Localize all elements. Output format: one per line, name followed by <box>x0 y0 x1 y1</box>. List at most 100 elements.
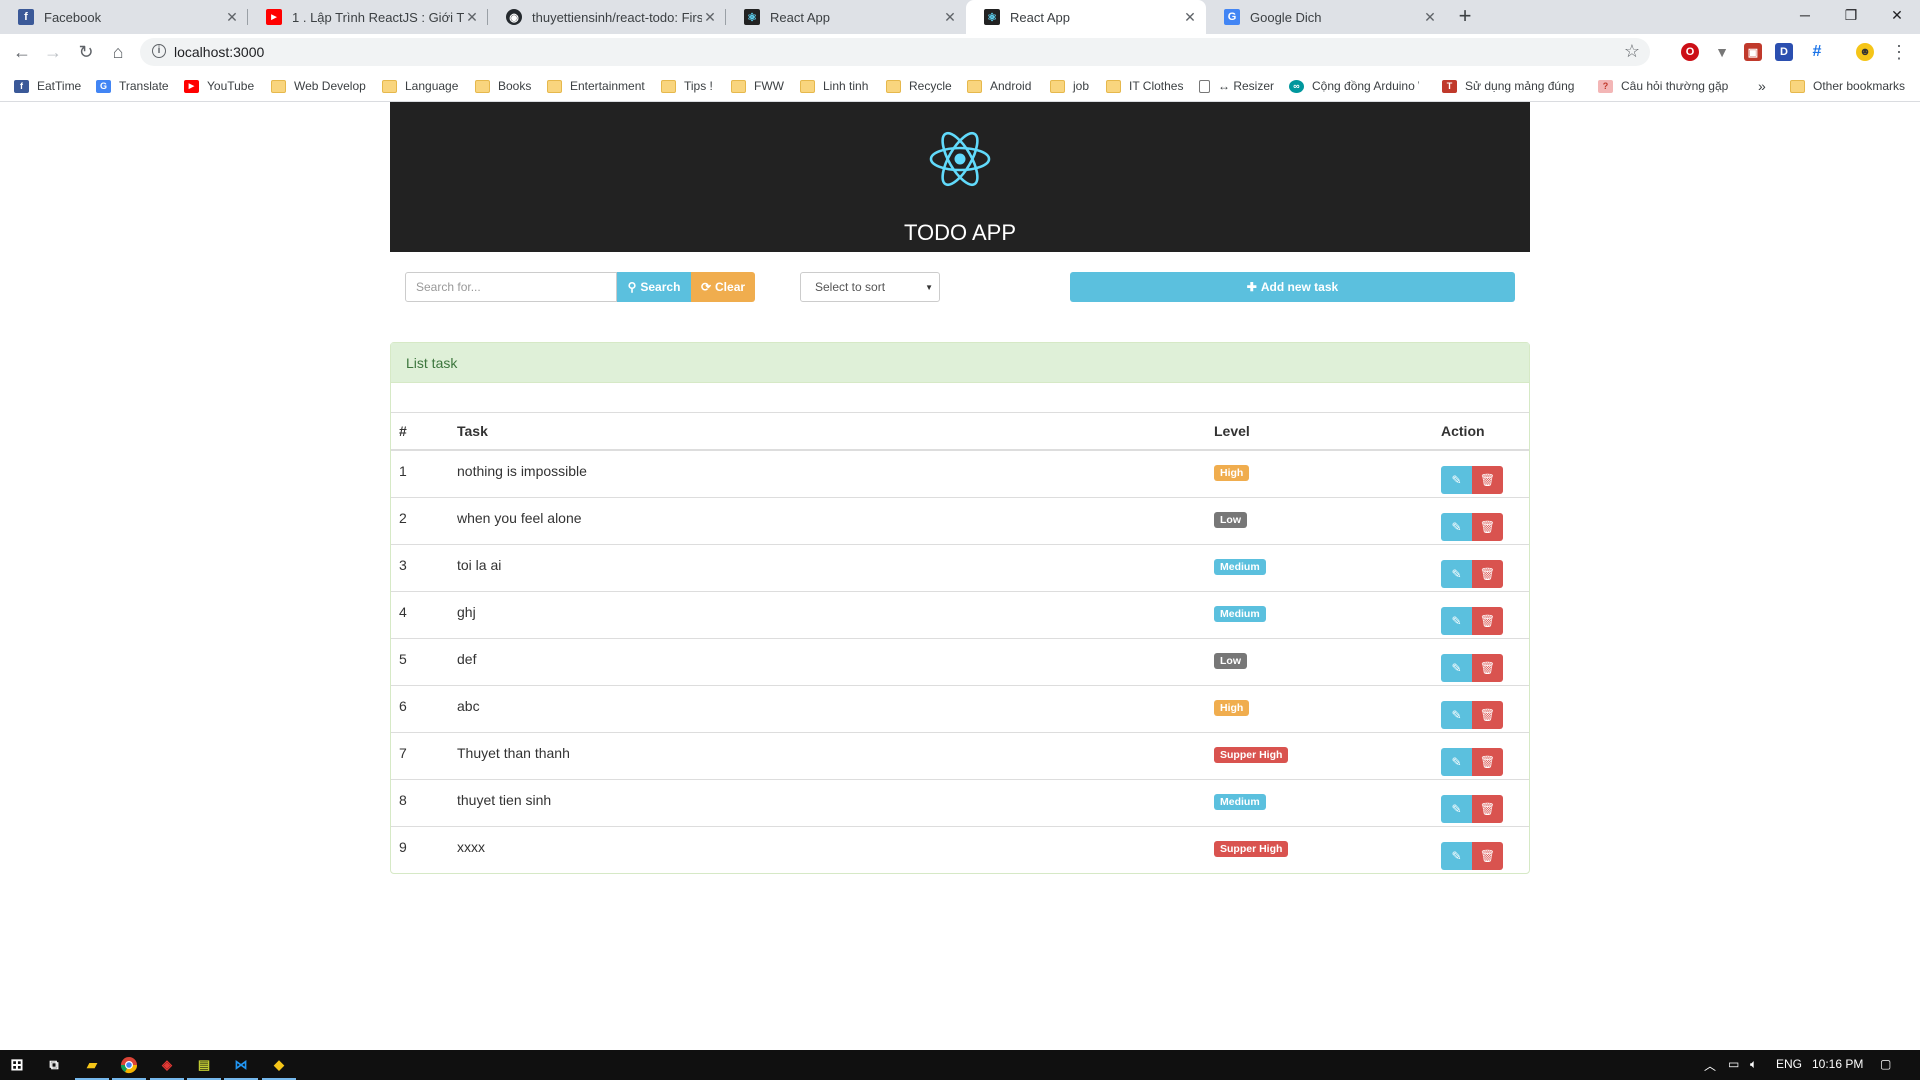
new-tab-button[interactable]: + <box>1453 5 1477 29</box>
edit-button[interactable]: ✎ <box>1441 512 1472 541</box>
row-actions: ✎ 🗑︎ <box>1441 747 1521 776</box>
clear-button[interactable]: ⟳ Clear <box>691 272 755 302</box>
bookmark-android[interactable]: Android <box>967 76 1031 96</box>
bookmark-tips[interactable]: Tips ! <box>661 76 713 96</box>
bookmark-recycle[interactable]: Recycle <box>886 76 952 96</box>
bookmark-arduino[interactable]: ∞ Cộng đồng Arduino \ <box>1289 76 1419 96</box>
bookmark-web-develop[interactable]: Web Develop <box>271 76 366 96</box>
table-row: 5 def Low ✎ 🗑︎ <box>391 638 1529 686</box>
edit-button[interactable]: ✎ <box>1441 794 1472 823</box>
search-input[interactable] <box>405 272 617 302</box>
edit-button[interactable]: ✎ <box>1441 606 1472 635</box>
bookmark-star-icon[interactable]: ☆ <box>1624 41 1640 62</box>
bookmark-mang[interactable]: T Sử dụng mảng đúng <box>1442 76 1574 96</box>
vpn-extension-icon[interactable]: ▼ <box>1713 43 1731 61</box>
chrome-icon[interactable] <box>112 1054 146 1080</box>
close-icon[interactable]: ✕ <box>702 9 718 26</box>
profile-avatar[interactable]: ☻ <box>1856 43 1874 61</box>
edit-button[interactable]: ✎ <box>1441 747 1472 776</box>
google-translate-icon: G <box>1224 9 1240 25</box>
other-bookmarks[interactable]: Other bookmarks <box>1790 76 1905 96</box>
edit-button[interactable]: ✎ <box>1441 559 1472 588</box>
windows-start-icon[interactable]: ⊞ <box>6 1054 28 1076</box>
close-icon[interactable]: ✕ <box>464 9 480 26</box>
vscode-icon[interactable]: ⋈ <box>224 1054 258 1080</box>
grid-extension-icon[interactable]: # <box>1808 43 1826 61</box>
bookmark-books[interactable]: Books <box>475 76 531 96</box>
opera-extension-icon[interactable]: O <box>1681 43 1699 61</box>
back-icon[interactable]: ← <box>10 40 34 64</box>
sort-select[interactable]: Select to sort ▼ <box>800 272 940 302</box>
delete-button[interactable]: 🗑︎ <box>1472 606 1503 635</box>
bookmark-eattime[interactable]: f EatTime <box>14 76 81 96</box>
notepad-icon[interactable]: ▤ <box>187 1054 221 1080</box>
tab-react-app-1[interactable]: ⚛ React App ✕ <box>726 0 966 34</box>
forward-icon[interactable]: → <box>41 40 65 64</box>
maximize-icon[interactable]: ❐ <box>1828 0 1874 30</box>
bookmark-translate[interactable]: G Translate <box>96 76 169 96</box>
bookmark-it-clothes[interactable]: IT Clothes <box>1106 76 1183 96</box>
bookmark-job[interactable]: job <box>1050 76 1089 96</box>
level-badge: Medium <box>1214 605 1266 622</box>
bookmark-youtube[interactable]: ▶ YouTube <box>184 76 254 96</box>
app-icon[interactable]: ◈ <box>150 1054 184 1080</box>
tab-google-dich[interactable]: G Google Dich ✕ <box>1206 0 1446 34</box>
tab-facebook[interactable]: f Facebook ✕ <box>0 0 248 34</box>
faq-icon: ? <box>1598 79 1613 93</box>
delete-button[interactable]: 🗑︎ <box>1472 700 1503 729</box>
delete-button[interactable]: 🗑︎ <box>1472 512 1503 541</box>
table-row: 8 thuyet tien sinh Medium ✎ 🗑︎ <box>391 779 1529 827</box>
dictionary-extension-icon[interactable]: D <box>1775 43 1793 61</box>
git-icon[interactable]: ◆ <box>262 1054 296 1080</box>
level-badge: High <box>1214 465 1250 481</box>
panel-body <box>391 383 1529 413</box>
tab-github[interactable]: ◉ thuyettiensinh/react-todo: First a ✕ <box>488 0 726 34</box>
task-name: Thuyet than thanh <box>449 732 1206 780</box>
delete-button[interactable]: 🗑︎ <box>1472 466 1503 494</box>
tab-react-app-2[interactable]: ⚛ React App ✕ <box>966 0 1206 34</box>
minimize-icon[interactable]: ─ <box>1782 0 1828 30</box>
table-row: 1 nothing is impossible High ✎ 🗑︎ <box>391 450 1529 498</box>
close-icon[interactable]: ✕ <box>942 9 958 26</box>
task-name: def <box>449 638 1206 686</box>
file-explorer-icon[interactable]: ▰ <box>75 1054 109 1080</box>
edit-button[interactable]: ✎ <box>1441 653 1472 682</box>
close-icon[interactable]: ✕ <box>1182 9 1198 26</box>
address-bar[interactable]: i localhost:3000 ☆ <box>140 38 1650 66</box>
edit-button[interactable]: ✎ <box>1441 841 1472 870</box>
volume-icon[interactable]: 🔈︎ <box>1750 1057 1757 1072</box>
bookmark-entertainment[interactable]: Entertainment <box>547 76 645 96</box>
search-button[interactable]: ⚲ Search <box>617 272 691 302</box>
close-window-icon[interactable]: ✕ <box>1874 0 1920 30</box>
edit-button[interactable]: ✎ <box>1441 466 1472 494</box>
folder-icon <box>382 79 397 93</box>
reload-icon[interactable]: ↻ <box>74 40 98 64</box>
home-icon[interactable]: ⌂ <box>106 40 130 64</box>
tab-youtube[interactable]: ▶ 1 . Lập Trình ReactJS : Giới Thiệu ( ✕ <box>248 0 488 34</box>
delete-button[interactable]: 🗑︎ <box>1472 559 1503 588</box>
info-icon[interactable]: i <box>152 44 166 58</box>
delete-button[interactable]: 🗑︎ <box>1472 794 1503 823</box>
bookmark-resizer[interactable]: ↔ Resizer <box>1199 76 1274 96</box>
add-task-button[interactable]: ✚ Add new task <box>1070 272 1515 302</box>
delete-button[interactable]: 🗑︎ <box>1472 747 1503 776</box>
bookmark-linh-tinh[interactable]: Linh tinh <box>800 76 868 96</box>
task-view-icon[interactable]: ⧉ <box>43 1054 65 1076</box>
plus-icon: ✚ <box>1246 280 1257 294</box>
tray-chevron-icon[interactable]: ︿ <box>1704 1057 1716 1074</box>
edit-button[interactable]: ✎ <box>1441 700 1472 729</box>
menu-icon[interactable]: ⋮ <box>1887 40 1911 64</box>
bookmark-fww[interactable]: FWW <box>731 76 784 96</box>
clock[interactable]: 10:16 PM <box>1812 1057 1863 1071</box>
extension-icon[interactable]: ▣ <box>1744 43 1762 61</box>
delete-button[interactable]: 🗑︎ <box>1472 653 1503 682</box>
close-icon[interactable]: ✕ <box>224 9 240 26</box>
notifications-icon[interactable]: ▢ <box>1880 1057 1891 1071</box>
more-bookmarks-chevron-icon[interactable]: » <box>1758 76 1766 96</box>
close-icon[interactable]: ✕ <box>1422 9 1438 26</box>
language-indicator[interactable]: ENG <box>1776 1057 1802 1071</box>
delete-button[interactable]: 🗑︎ <box>1472 841 1503 870</box>
network-icon[interactable]: ▭ <box>1728 1057 1739 1071</box>
bookmark-faq[interactable]: ? Câu hỏi thường gặp <box>1598 76 1728 96</box>
bookmark-language[interactable]: Language <box>382 76 458 96</box>
